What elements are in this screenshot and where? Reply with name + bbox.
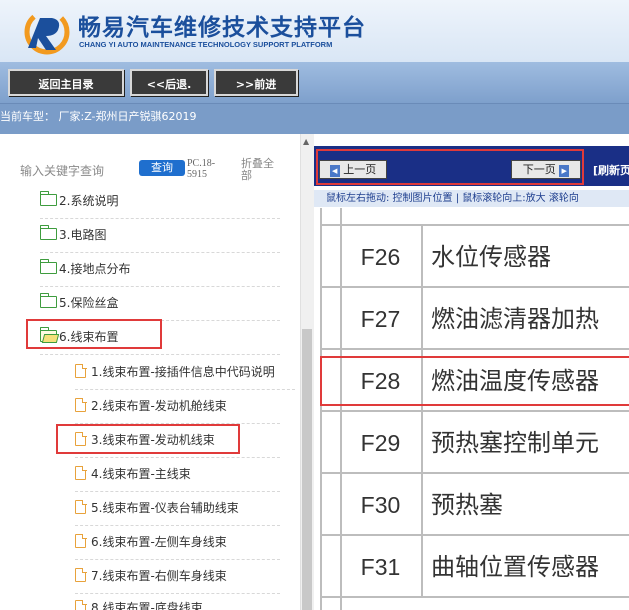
divider xyxy=(75,525,280,526)
table-row xyxy=(320,598,629,610)
divider xyxy=(40,354,280,355)
tree-item-doc-1[interactable]: 1.线束布置-接插件信息中代码说明 xyxy=(75,362,295,390)
highlight-page-nav xyxy=(316,149,584,185)
back-button[interactable]: <<后退. xyxy=(130,69,208,96)
table-row: F26 水位传感器 xyxy=(320,226,629,288)
document-icon xyxy=(75,599,87,610)
tree-item-label: 8.线束布置-底盘线束 xyxy=(91,601,203,610)
app-header: 畅易汽车维修技术支持平台 CHANG YI AUTO MAINTENANCE T… xyxy=(0,0,629,62)
app-title: 畅易汽车维修技术支持平台 xyxy=(78,15,366,41)
highlight-engine-harness xyxy=(56,424,240,454)
search-row: 输入关键字查询 查询 PC.18-5915 折叠全部 xyxy=(0,154,300,184)
table-row xyxy=(320,208,629,226)
highlight-fuel-temp-sensor xyxy=(320,356,629,406)
table-row: F27 燃油滤清器加热 xyxy=(320,288,629,350)
query-button[interactable]: 查询 xyxy=(139,160,185,176)
divider xyxy=(75,457,280,458)
component-code: F26 xyxy=(340,226,423,286)
tree-item-label: 3.电路图 xyxy=(59,228,107,242)
document-icon xyxy=(75,533,87,548)
document-icon xyxy=(75,363,87,378)
app-subtitle: CHANG YI AUTO MAINTENANCE TECHNOLOGY SUP… xyxy=(79,40,333,49)
table-row: F31 曲轴位置传感器 xyxy=(320,536,629,598)
folder-icon xyxy=(39,293,57,308)
divider xyxy=(40,252,280,253)
tree-item-doc-6[interactable]: 6.线束布置-左侧车身线束 xyxy=(75,532,280,560)
tree-item-doc-7[interactable]: 7.线束布置-右侧车身线束 xyxy=(75,566,280,594)
component-name: 预热塞控制单元 xyxy=(431,429,599,457)
tree-item-fuse-box[interactable]: 5.保险丝盒 xyxy=(39,293,280,321)
folder-icon xyxy=(39,225,57,240)
tree-item-label: 6.线束布置-左侧车身线束 xyxy=(91,535,227,549)
tree-item-doc-8[interactable]: 8.线束布置-底盘线束 xyxy=(75,598,280,610)
component-name: 预热塞 xyxy=(431,491,503,519)
sidebar-tree: 输入关键字查询 查询 PC.18-5915 折叠全部 2.系统说明 3.电路图 … xyxy=(0,134,314,610)
diagram-viewer[interactable]: F26 水位传感器 F27 燃油滤清器加热 F28 燃油温度传感器 F29 预热… xyxy=(314,208,629,610)
component-name: 曲轴位置传感器 xyxy=(431,553,599,581)
divider xyxy=(75,389,295,390)
table-row: F30 预热塞 xyxy=(320,474,629,536)
sidebar-scroll-thumb[interactable] xyxy=(302,329,312,610)
divider xyxy=(40,218,280,219)
highlight-harness-layout xyxy=(26,319,162,349)
document-icon xyxy=(75,465,87,480)
tree-item-label: 2.线束布置-发动机舱线束 xyxy=(91,399,227,413)
scroll-up-arrow-icon[interactable]: ▲ xyxy=(303,137,309,146)
folder-icon xyxy=(39,259,57,274)
search-input[interactable]: 输入关键字查询 xyxy=(20,162,104,179)
divider xyxy=(40,286,280,287)
folder-icon xyxy=(39,191,57,206)
divider xyxy=(75,593,280,594)
tree-item-doc-4[interactable]: 4.线束布置-主线束 xyxy=(75,464,280,492)
forward-button[interactable]: >>前进 xyxy=(214,69,298,96)
divider xyxy=(75,559,280,560)
tree-item-label: 4.接地点分布 xyxy=(59,262,131,276)
app-logo-icon xyxy=(24,9,70,55)
collapse-all-button[interactable]: 折叠全部 xyxy=(241,158,281,182)
component-code: F30 xyxy=(340,474,423,534)
document-icon xyxy=(75,567,87,582)
mouse-hint-bar: 鼠标左右拖动: 控制图片位置 | 鼠标滚轮向上:放大 滚轮向 xyxy=(314,190,629,207)
tree-item-system-description[interactable]: 2.系统说明 xyxy=(39,191,280,219)
tree-item-label: 7.线束布置-右侧车身线束 xyxy=(91,569,227,583)
content-panel: ◀ 上一页 下一页 ▶ [刷新页 鼠标左右拖动: 控制图片位置 | 鼠标滚轮向上… xyxy=(314,146,629,610)
main-toolbar: 返回主目录 <<后退. >>前进 xyxy=(0,62,629,104)
tree-item-circuit-diagram[interactable]: 3.电路图 xyxy=(39,225,280,253)
component-name: 燃油滤清器加热 xyxy=(431,305,599,333)
tree-item-label: 5.线束布置-仪表台辅助线束 xyxy=(91,501,239,515)
home-button[interactable]: 返回主目录 xyxy=(8,69,124,96)
refresh-button[interactable]: [刷新页 xyxy=(593,162,629,178)
component-code: F27 xyxy=(340,288,423,348)
tree-item-label: 5.保险丝盒 xyxy=(59,296,119,310)
tree-item-doc-2[interactable]: 2.线束布置-发动机舱线束 xyxy=(75,396,280,424)
document-icon xyxy=(75,397,87,412)
document-icon xyxy=(75,499,87,514)
pc-code-text: PC.18-5915 xyxy=(187,158,216,180)
component-name: 水位传感器 xyxy=(431,243,551,271)
tree-item-label: 1.线束布置-接插件信息中代码说明 xyxy=(91,365,275,379)
component-code: F31 xyxy=(340,536,423,596)
component-code: F29 xyxy=(340,412,423,472)
tree-item-doc-5[interactable]: 5.线束布置-仪表台辅助线束 xyxy=(75,498,280,526)
tree-item-ground-points[interactable]: 4.接地点分布 xyxy=(39,259,280,287)
table-row: F29 预热塞控制单元 xyxy=(320,412,629,474)
divider xyxy=(75,491,280,492)
current-model-bar: 当前车型： 厂家:Z-郑州日产锐骐62019 xyxy=(0,104,629,134)
tree-item-label: 2.系统说明 xyxy=(59,194,119,208)
tree-item-label: 4.线束布置-主线束 xyxy=(91,467,191,481)
